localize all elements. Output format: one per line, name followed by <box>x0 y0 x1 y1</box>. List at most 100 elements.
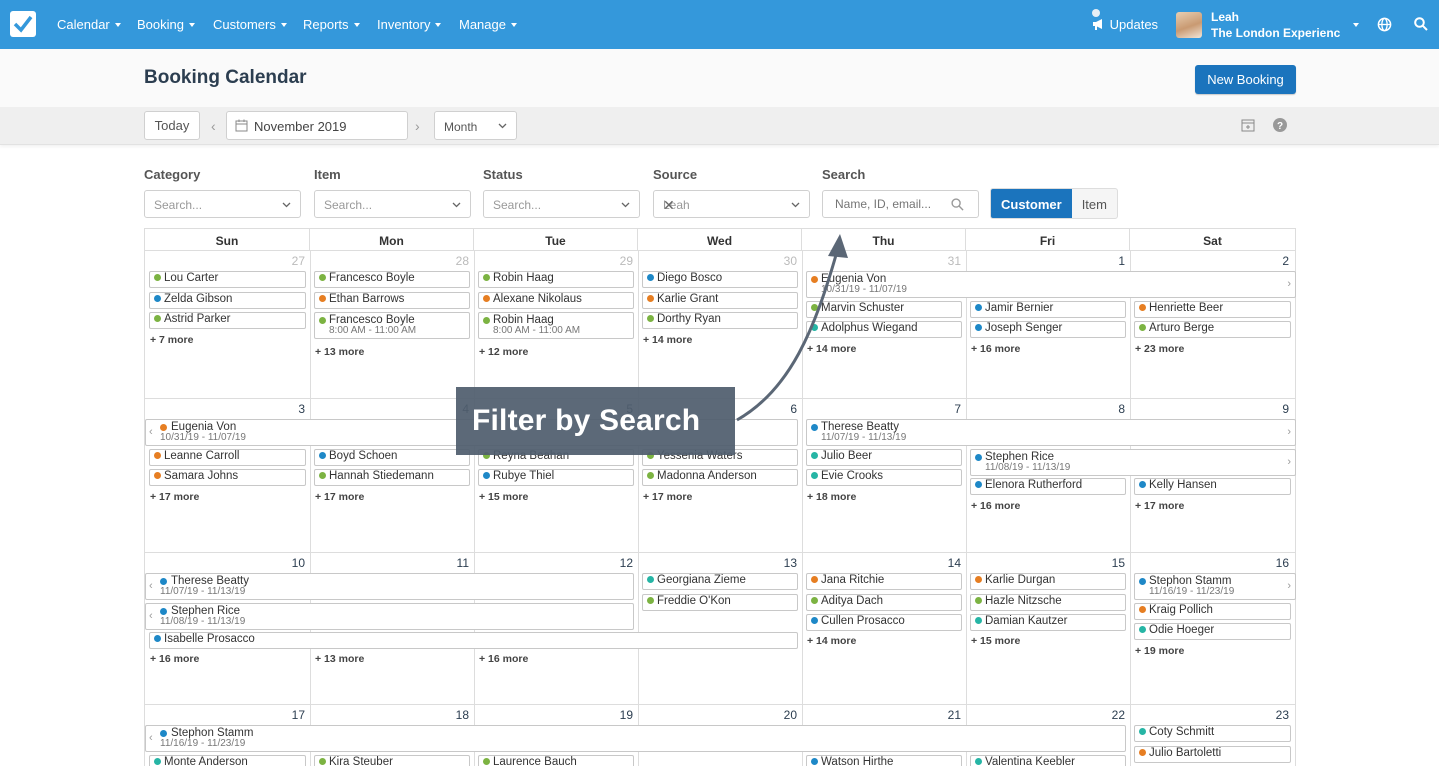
more-link[interactable]: + 7 more <box>150 334 193 346</box>
booking-event[interactable]: Damian Kautzer <box>970 614 1126 631</box>
more-link[interactable]: + 15 more <box>479 491 528 503</box>
more-link[interactable]: + 17 more <box>1135 500 1184 512</box>
multi-day-booking[interactable]: ‹ Stephen Rice 11/08/19 - 11/13/19 <box>145 603 634 630</box>
booking-event[interactable]: Evie Crooks <box>806 469 962 486</box>
more-link[interactable]: + 17 more <box>150 491 199 503</box>
booking-event[interactable]: Kira Steuber <box>314 755 470 766</box>
day-number[interactable]: 9 <box>1259 402 1289 416</box>
booking-event[interactable]: Freddie O'Kon <box>642 594 798 611</box>
updates-link[interactable]: Updates <box>1092 9 1158 32</box>
day-number[interactable]: 2 <box>1259 254 1289 268</box>
booking-event[interactable]: Joseph Senger <box>970 321 1126 338</box>
more-link[interactable]: + 19 more <box>1135 645 1184 657</box>
item-select[interactable]: Search... <box>314 190 471 218</box>
day-number[interactable]: 15 <box>1095 556 1125 570</box>
more-link[interactable]: + 16 more <box>971 500 1020 512</box>
more-link[interactable]: + 12 more <box>479 346 528 358</box>
search-icon[interactable] <box>1414 17 1428 31</box>
booking-event[interactable]: Samara Johns <box>149 469 306 486</box>
day-number[interactable]: 8 <box>1095 402 1125 416</box>
multi-day-booking[interactable]: ‹ Therese Beatty 11/07/19 - 11/13/19 <box>145 573 634 600</box>
day-number[interactable]: 3 <box>275 402 305 416</box>
booking-event[interactable]: Jamir Bernier <box>970 301 1126 318</box>
day-number[interactable]: 17 <box>275 708 305 722</box>
booking-event[interactable]: Alexane Nikolaus <box>478 292 634 309</box>
booking-event[interactable]: Henriette Beer <box>1134 301 1291 318</box>
booking-event[interactable]: Arturo Berge <box>1134 321 1291 338</box>
day-number[interactable]: 14 <box>931 556 961 570</box>
booking-event[interactable]: Diego Bosco <box>642 271 798 288</box>
day-number[interactable]: 30 <box>767 254 797 268</box>
user-organization[interactable]: The London Experienc... <box>1211 26 1341 40</box>
multi-day-booking[interactable]: Stephon Stamm 11/16/19 - 11/23/19 › <box>1134 573 1296 600</box>
search-field[interactable] <box>822 190 979 218</box>
booking-event[interactable]: Astrid Parker <box>149 312 306 329</box>
booking-event[interactable]: Jana Ritchie <box>806 573 962 590</box>
nav-manage[interactable]: Manage <box>459 17 517 32</box>
booking-event[interactable]: Zelda Gibson <box>149 292 306 309</box>
more-link[interactable]: + 17 more <box>643 491 692 503</box>
day-number[interactable]: 16 <box>1259 556 1289 570</box>
day-number[interactable]: 31 <box>931 254 961 268</box>
booking-event[interactable]: Hannah Stiedemann <box>314 469 470 486</box>
booking-event[interactable]: Hazle Nitzsche <box>970 594 1126 611</box>
multi-day-booking[interactable]: Stephen Rice 11/08/19 - 11/13/19 › <box>970 449 1296 476</box>
day-number[interactable]: 29 <box>603 254 633 268</box>
day-number[interactable]: 21 <box>931 708 961 722</box>
booking-event[interactable]: Madonna Anderson <box>642 469 798 486</box>
booking-event[interactable]: Aditya Dach <box>806 594 962 611</box>
clear-icon[interactable]: ✕ <box>663 197 771 214</box>
category-select[interactable]: Search... <box>144 190 301 218</box>
day-number[interactable]: 18 <box>439 708 469 722</box>
search-input[interactable] <box>823 191 943 217</box>
booking-event[interactable]: Coty Schmitt <box>1134 725 1291 742</box>
day-number[interactable]: 12 <box>603 556 633 570</box>
day-number[interactable]: 20 <box>767 708 797 722</box>
source-select[interactable]: Leah ✕ <box>653 190 810 218</box>
more-link[interactable]: + 17 more <box>315 491 364 503</box>
help-icon[interactable]: ? <box>1273 118 1287 132</box>
multi-day-booking[interactable]: ‹ Stephon Stamm 11/16/19 - 11/23/19 <box>145 725 1126 752</box>
user-menu-caret-icon[interactable] <box>1353 23 1359 27</box>
day-number[interactable]: 22 <box>1095 708 1125 722</box>
booking-event[interactable]: Marvin Schuster <box>806 301 962 318</box>
nav-calendar[interactable]: Calendar <box>57 17 121 32</box>
toggle-customer[interactable]: Customer <box>991 189 1072 218</box>
day-number[interactable]: 6 <box>767 402 797 416</box>
status-select[interactable]: Search... <box>483 190 640 218</box>
view-select[interactable]: Month <box>434 111 517 140</box>
booking-event[interactable]: Robin Haag 8:00 AM - 11:00 AM <box>478 312 634 339</box>
avatar[interactable] <box>1176 12 1202 38</box>
day-number[interactable]: 11 <box>439 556 469 570</box>
day-number[interactable]: 23 <box>1259 708 1289 722</box>
nav-booking[interactable]: Booking <box>137 17 195 32</box>
booking-event[interactable]: Francesco Boyle 8:00 AM - 11:00 AM <box>314 312 470 339</box>
day-number[interactable]: 28 <box>439 254 469 268</box>
booking-event[interactable]: Kelly Hansen <box>1134 478 1291 495</box>
day-number[interactable]: 19 <box>603 708 633 722</box>
day-number[interactable]: 7 <box>931 402 961 416</box>
nav-reports[interactable]: Reports <box>303 17 360 32</box>
new-booking-button[interactable]: New Booking <box>1195 65 1296 94</box>
more-link[interactable]: + 15 more <box>971 635 1020 647</box>
more-link[interactable]: + 14 more <box>643 334 692 346</box>
booking-event[interactable]: Kraig Pollich <box>1134 603 1291 620</box>
multi-day-booking[interactable]: Therese Beatty 11/07/19 - 11/13/19 › <box>806 419 1296 446</box>
day-number[interactable]: 10 <box>275 556 305 570</box>
booking-event[interactable]: Elenora Rutherford <box>970 478 1126 495</box>
calendar-add-icon[interactable] <box>1241 118 1255 132</box>
booking-event[interactable]: Julio Bartoletti <box>1134 746 1291 763</box>
more-link[interactable]: + 14 more <box>807 343 856 355</box>
booking-event[interactable]: Boyd Schoen <box>314 449 470 466</box>
multi-day-booking[interactable]: Isabelle Prosacco <box>149 632 798 649</box>
more-link[interactable]: + 13 more <box>315 346 364 358</box>
booking-event[interactable]: Cullen Prosacco <box>806 614 962 631</box>
globe-icon[interactable] <box>1377 17 1392 32</box>
booking-event[interactable]: Monte Anderson <box>149 755 306 766</box>
nav-customers[interactable]: Customers <box>213 17 287 32</box>
booking-event[interactable]: Dorthy Ryan <box>642 312 798 329</box>
booking-event[interactable]: Karlie Durgan <box>970 573 1126 590</box>
booking-event[interactable]: Julio Beer <box>806 449 962 466</box>
nav-inventory[interactable]: Inventory <box>377 17 442 32</box>
toggle-item[interactable]: Item <box>1072 189 1117 218</box>
